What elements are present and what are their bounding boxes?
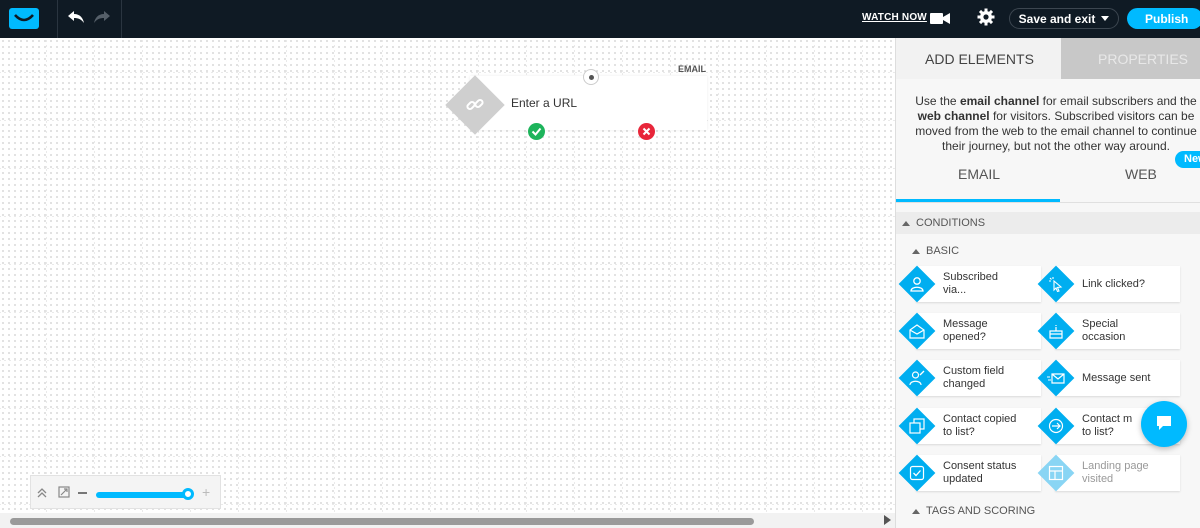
tags-and-scoring-section-toggle[interactable]: TAGS AND SCORING: [912, 505, 1035, 517]
scroll-right-arrow-icon[interactable]: [884, 515, 891, 525]
x-icon: [642, 127, 651, 136]
undo-icon[interactable]: [67, 9, 85, 29]
element-contact-copied[interactable]: Contact copied to list?: [898, 407, 1041, 445]
no-branch-connector[interactable]: [638, 123, 655, 140]
canvas-grid: [0, 38, 895, 528]
layout-icon: [1048, 465, 1064, 481]
node-input-connector[interactable]: [583, 69, 599, 85]
save-and-exit-label: Save and exit: [1018, 11, 1096, 26]
checkbox-icon: [909, 465, 925, 481]
triangle-up-icon: [912, 248, 920, 254]
triangle-up-icon: [902, 220, 910, 226]
basic-section-toggle[interactable]: BASIC: [912, 245, 959, 257]
cursor-click-icon: [1049, 277, 1063, 293]
channel-description: Use the email channel for email subscrib…: [915, 94, 1197, 153]
elements-panel: ADD ELEMENTS PROPERTIES Use the email ch…: [895, 38, 1200, 528]
zoom-in-button[interactable]: +: [202, 484, 210, 500]
conditions-section-toggle[interactable]: CONDITIONS: [902, 217, 985, 229]
settings-gear-icon[interactable]: [977, 8, 995, 26]
video-camera-icon[interactable]: [930, 12, 950, 25]
person-icon: [910, 277, 924, 292]
scrollbar-thumb[interactable]: [10, 518, 754, 525]
new-badge: New: [1175, 151, 1200, 168]
save-and-exit-button[interactable]: Save and exit: [1009, 8, 1119, 29]
element-message-opened[interactable]: Message opened?: [898, 312, 1041, 350]
copy-icon: [909, 418, 925, 434]
divider: [896, 202, 1200, 203]
watch-now-link[interactable]: WATCH NOW: [862, 12, 927, 23]
chat-support-button[interactable]: [1141, 401, 1187, 447]
envelope-send-icon: [1047, 373, 1065, 384]
redo-icon[interactable]: [93, 9, 111, 29]
triangle-up-icon: [912, 508, 920, 514]
fit-to-screen-icon[interactable]: [58, 486, 70, 498]
caret-down-icon: [1101, 16, 1110, 21]
toolbar-divider: [57, 0, 58, 38]
element-message-sent[interactable]: Message sent: [1037, 359, 1180, 397]
element-custom-field-changed[interactable]: Custom field changed: [898, 359, 1041, 397]
node-url-text[interactable]: Enter a URL: [511, 96, 577, 110]
publish-button[interactable]: Publish: [1127, 8, 1200, 29]
element-subscribed-via[interactable]: Subscribed via...: [898, 265, 1041, 303]
tab-web-channel[interactable]: WEB: [1125, 166, 1157, 182]
collapse-up-icon[interactable]: [36, 487, 48, 499]
envelope-open-icon: [909, 324, 925, 339]
workflow-canvas[interactable]: [0, 38, 895, 528]
person-edit-icon: [909, 370, 925, 386]
tab-email-channel[interactable]: EMAIL: [958, 166, 1000, 182]
element-link-clicked[interactable]: Link clicked?: [1037, 265, 1180, 303]
chat-bubble-icon: [1157, 416, 1171, 430]
app-logo-icon[interactable]: [9, 8, 39, 29]
link-icon: [466, 98, 484, 111]
move-arrow-icon: [1048, 418, 1064, 434]
tab-add-elements[interactable]: ADD ELEMENTS: [896, 38, 1061, 79]
node-channel-label: EMAIL: [678, 64, 706, 74]
zoom-slider-handle[interactable]: [182, 488, 194, 500]
element-consent-status-updated[interactable]: Consent status updated: [898, 454, 1041, 492]
tab-properties[interactable]: PROPERTIES: [1061, 38, 1200, 79]
element-landing-page-visited[interactable]: Landing page visited: [1037, 454, 1180, 492]
top-toolbar: WATCH NOW Save and exit Publish: [0, 0, 1200, 38]
yes-branch-connector[interactable]: [528, 123, 545, 140]
toolbar-divider: [121, 0, 122, 38]
checkmark-icon: [531, 127, 542, 136]
cake-icon: [1049, 325, 1063, 339]
element-special-occasion[interactable]: Special occasion: [1037, 312, 1180, 350]
zoom-out-button[interactable]: [78, 492, 87, 494]
zoom-slider-track[interactable]: [96, 492, 188, 498]
